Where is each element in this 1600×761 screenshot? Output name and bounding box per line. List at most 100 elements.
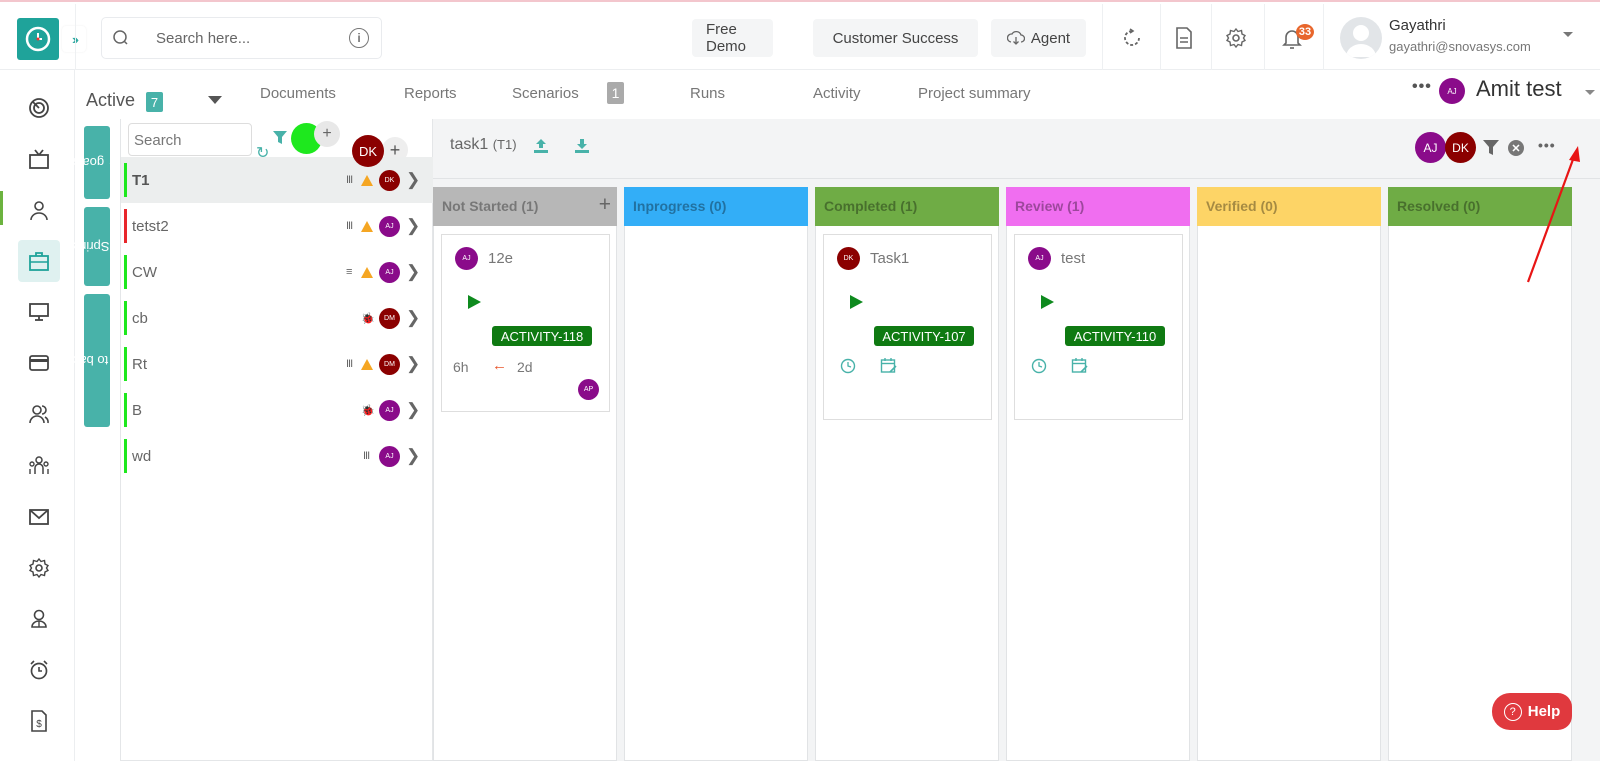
chevron-right-icon[interactable]: ❯ — [406, 262, 420, 282]
help-button[interactable]: ? Help — [1492, 693, 1572, 730]
add-task-button[interactable]: + — [599, 193, 611, 217]
goals-tab[interactable]: goals ✦ — [73, 126, 120, 199]
app-logo[interactable] — [17, 18, 59, 60]
sidebar-item-invoice[interactable]: $ — [18, 700, 60, 742]
chevron-right-icon[interactable]: ❯ — [406, 308, 420, 328]
chevron-right-icon[interactable]: ❯ — [406, 216, 420, 236]
task-card[interactable]: AJ 12e ACTIVITY-118 6h ← 2d AP — [441, 234, 610, 412]
task-card[interactable]: AJ test ACTIVITY-110 — [1014, 234, 1183, 420]
settings-icon — [29, 557, 49, 579]
user-menu-caret-icon[interactable] — [1563, 32, 1573, 37]
chevron-right-icon[interactable]: ❯ — [406, 170, 420, 190]
status-bar — [124, 209, 127, 243]
filter-icon[interactable] — [273, 131, 287, 145]
sidebar-item-users[interactable] — [18, 393, 60, 435]
warning-icon — [361, 174, 373, 186]
sprint-list-item[interactable]: cb 🐞 DM ❯ — [121, 295, 433, 341]
calendar-edit-icon[interactable] — [880, 357, 897, 374]
sprint-search-input[interactable]: Search — [128, 123, 252, 156]
sidebar-item-projects[interactable] — [18, 240, 60, 282]
status-bar — [124, 393, 127, 427]
users-icon — [29, 405, 49, 424]
sidebar-item-monitor[interactable] — [18, 291, 60, 333]
global-search-input[interactable]: Search here... i — [101, 17, 382, 59]
sprint-list-item[interactable]: B 🐞 AJ ❯ — [121, 387, 433, 433]
search-placeholder: Search here... — [156, 30, 251, 47]
sidebar-item-team[interactable] — [18, 445, 60, 487]
chevron-right-icon[interactable]: ❯ — [406, 400, 420, 420]
document-icon[interactable] — [1170, 24, 1198, 52]
sidebar-item-dashboard[interactable] — [18, 87, 60, 129]
sidebar-item-mail[interactable] — [18, 496, 60, 538]
sidebar-item-profile[interactable] — [18, 598, 60, 640]
active-filter-label[interactable]: Active — [86, 90, 135, 111]
clock-icon[interactable] — [840, 358, 856, 374]
customer-success-button[interactable]: Customer Success — [813, 19, 978, 57]
play-icon[interactable] — [850, 295, 863, 309]
clock-icon[interactable] — [1031, 358, 1047, 374]
team-icon — [29, 456, 49, 474]
free-demo-button[interactable]: Free Demo — [692, 19, 773, 57]
tab-scenarios[interactable]: Scenarios — [512, 85, 579, 102]
dashboard-icon — [29, 98, 49, 118]
tab-reports[interactable]: Reports — [404, 85, 457, 102]
sprint-list-item[interactable]: wd III AJ ❯ — [121, 433, 433, 479]
download-icon[interactable] — [573, 137, 591, 155]
pin-icon: ✦ — [84, 239, 125, 255]
refresh-icon[interactable] — [1118, 24, 1146, 52]
board-title: task1 (T1) — [450, 136, 517, 154]
kanban-board: task1 (T1) AJ DK ✕ ••• Not Started (1) + … — [433, 119, 1600, 761]
sprint-list-item[interactable]: Rt III DM ❯ — [121, 341, 433, 387]
clear-filter-icon[interactable]: ✕ — [1508, 140, 1524, 156]
sidebar-item-alarm[interactable] — [18, 649, 60, 691]
sprint-name: wd — [132, 447, 152, 465]
status-bar — [124, 439, 127, 473]
sidebar-item-user[interactable] — [18, 189, 60, 231]
assignee-avatar: AJ — [379, 445, 400, 467]
board-column: Resolved (0) — [1388, 187, 1572, 761]
card-title: Task1 — [870, 250, 910, 267]
chevron-right-icon[interactable]: ❯ — [406, 446, 420, 466]
tab-runs[interactable]: Runs — [690, 85, 725, 102]
sidebar-item-tv[interactable] — [18, 138, 60, 180]
project-dropdown-caret-icon[interactable] — [1585, 90, 1595, 95]
agent-button[interactable]: Agent — [991, 19, 1086, 57]
board-more-options-icon[interactable]: ••• — [1538, 137, 1556, 153]
add-sprint-button[interactable]: + — [314, 121, 340, 147]
settings-icon[interactable] — [1222, 24, 1250, 52]
tab-activity[interactable]: Activity — [813, 85, 861, 102]
sidebar-item-settings[interactable] — [18, 547, 60, 589]
assignee-avatar: DM — [379, 307, 400, 329]
arrow-left-icon: ← — [492, 357, 507, 374]
expand-sidebar-icon[interactable]: ››› — [62, 26, 86, 52]
project-more-icon[interactable]: ••• — [1412, 78, 1432, 96]
upload-icon[interactable] — [532, 137, 550, 155]
estimate: 6h — [453, 359, 469, 375]
column-title: Resolved (0) — [1397, 198, 1481, 214]
member-avatar[interactable]: DK — [1445, 132, 1476, 163]
member-avatar[interactable]: AJ — [1415, 132, 1446, 163]
project-name[interactable]: Amit test — [1476, 76, 1562, 102]
priority-icon: III — [346, 358, 353, 370]
go-to-backlog-tab[interactable]: Go to backlog ↰ — [49, 294, 145, 427]
info-icon[interactable]: i — [349, 28, 369, 48]
sprint-name: B — [132, 401, 143, 419]
active-dropdown-caret-icon[interactable] — [208, 96, 222, 104]
sprint-list-item[interactable]: T1 III DK ❯ — [121, 157, 433, 203]
tab-documents[interactable]: Documents — [260, 85, 336, 102]
chevron-right-icon[interactable]: ❯ — [406, 354, 420, 374]
user-avatar[interactable] — [1340, 17, 1382, 59]
assignee-avatar: DK — [379, 169, 400, 191]
clock-logo-icon — [25, 26, 51, 52]
sprints-tab[interactable]: Sprints ✦ — [69, 207, 125, 286]
play-icon[interactable] — [468, 295, 481, 309]
board-column: Review (1) AJ test ACTIVITY-110 — [1006, 187, 1190, 761]
filter-icon[interactable] — [1483, 140, 1499, 156]
play-icon[interactable] — [1041, 295, 1054, 309]
sprint-list-item[interactable]: CW ≡ AJ ❯ — [121, 249, 433, 295]
task-card[interactable]: DK Task1 ACTIVITY-107 — [823, 234, 992, 420]
sprint-list-item[interactable]: tetst2 III AJ ❯ — [121, 203, 433, 249]
sprint-name: cb — [132, 309, 148, 327]
tab-project-summary[interactable]: Project summary — [918, 85, 1031, 102]
calendar-edit-icon[interactable] — [1071, 357, 1088, 374]
